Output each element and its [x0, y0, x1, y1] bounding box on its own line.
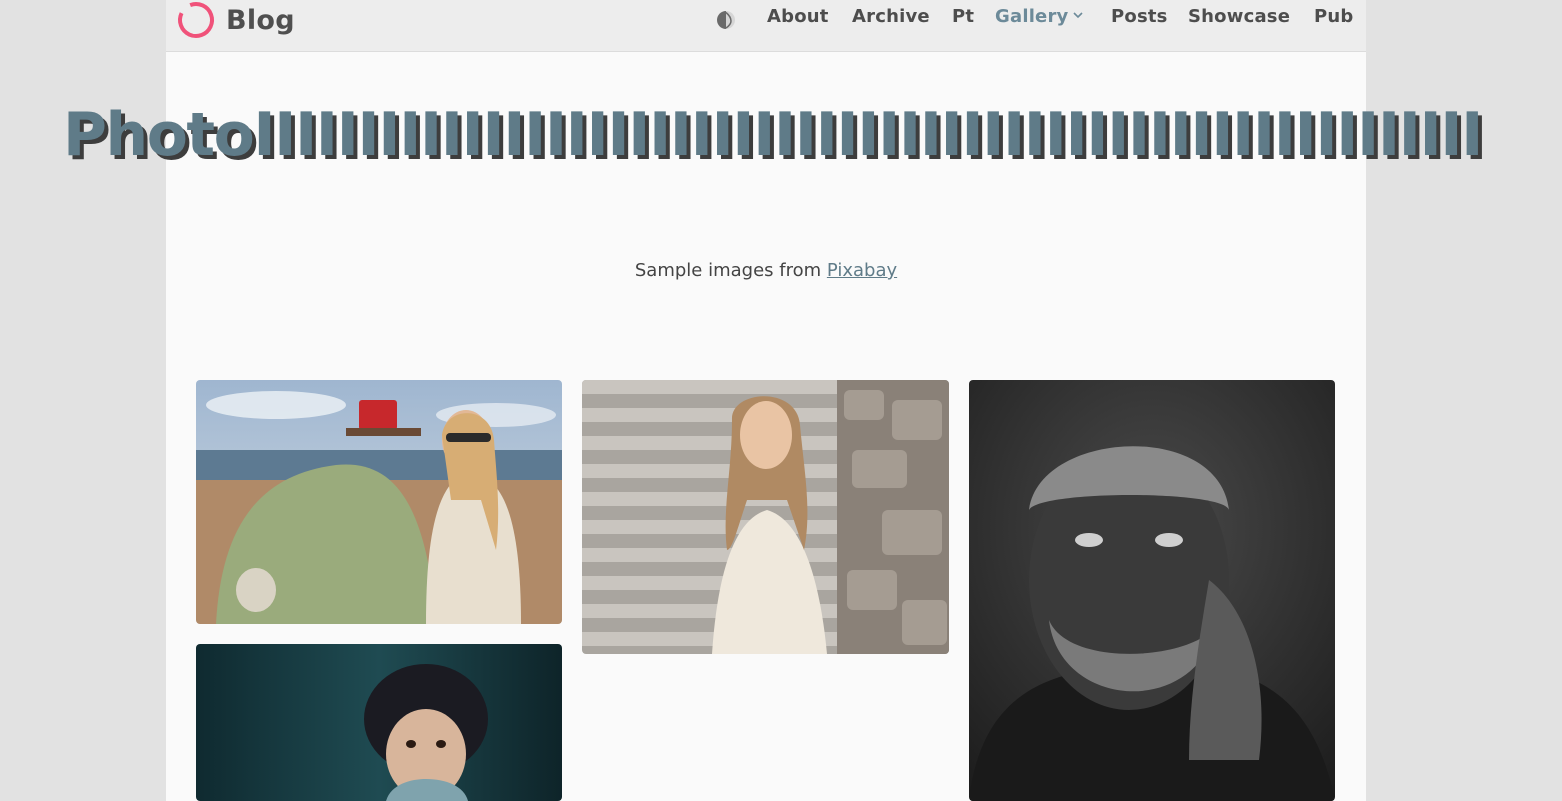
pixabay-link[interactable]: Pixabay	[827, 260, 897, 281]
photo-woman-on-steps	[582, 380, 949, 654]
nav-link-showcase[interactable]: Showcase	[1188, 6, 1290, 27]
nav-link-pub[interactable]: Pub	[1314, 6, 1354, 27]
contrast-icon[interactable]	[716, 9, 736, 31]
gallery-image-woman-car[interactable]	[196, 380, 562, 624]
nav-link-about[interactable]: About	[767, 6, 829, 27]
navbar: Blog About Archive Pt Gallery Posts Show…	[166, 0, 1366, 52]
brand[interactable]: Blog	[176, 0, 295, 40]
gallery-image-elderly-man[interactable]	[969, 380, 1335, 801]
site-title[interactable]: Blog	[226, 5, 295, 36]
logo-icon	[178, 2, 214, 38]
nav-link-pt[interactable]: Pt	[952, 6, 974, 27]
page-title: PhotoIIIIIIIIIIIIIIIIIIIIIIIIIIIIIIIIIII…	[63, 100, 1483, 170]
photo-curly-haired-child	[196, 644, 562, 801]
chevron-down-icon	[1073, 12, 1084, 19]
photo-elderly-man	[969, 380, 1335, 801]
intro-label: Sample images from	[634, 260, 822, 281]
gallery-image-woman-steps[interactable]	[582, 380, 949, 654]
nav-link-gallery[interactable]: Gallery	[995, 6, 1084, 27]
photo-woman-with-car	[196, 380, 562, 624]
nav-link-gallery-label: Gallery	[995, 6, 1069, 27]
page: Blog About Archive Pt Gallery Posts Show…	[63, 0, 1483, 801]
intro-text: Sample images from Pixabay	[166, 260, 1366, 281]
gallery-image-child[interactable]	[196, 644, 562, 801]
nav-link-archive[interactable]: Archive	[852, 6, 930, 27]
nav-link-posts[interactable]: Posts	[1111, 6, 1168, 27]
